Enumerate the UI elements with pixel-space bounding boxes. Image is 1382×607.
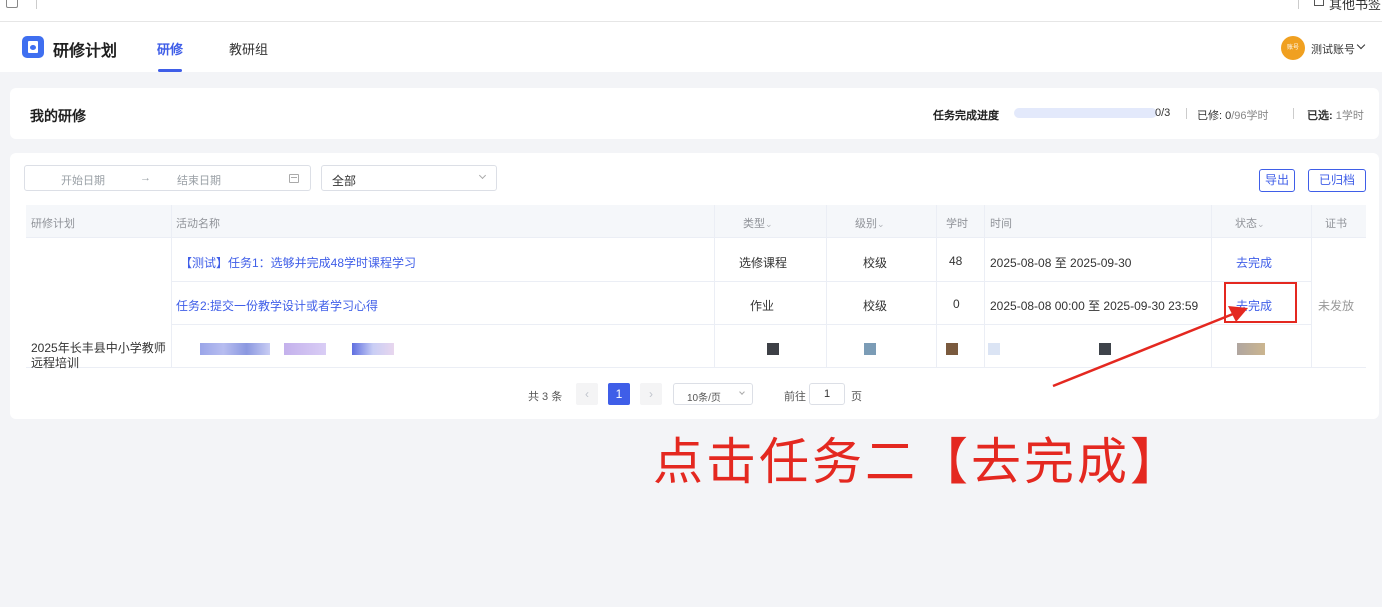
annotation-instruction: 点击任务二【去完成】 [653, 433, 1183, 491]
arrow-shaft [1052, 310, 1239, 388]
annotation-arrow [1052, 306, 1248, 388]
